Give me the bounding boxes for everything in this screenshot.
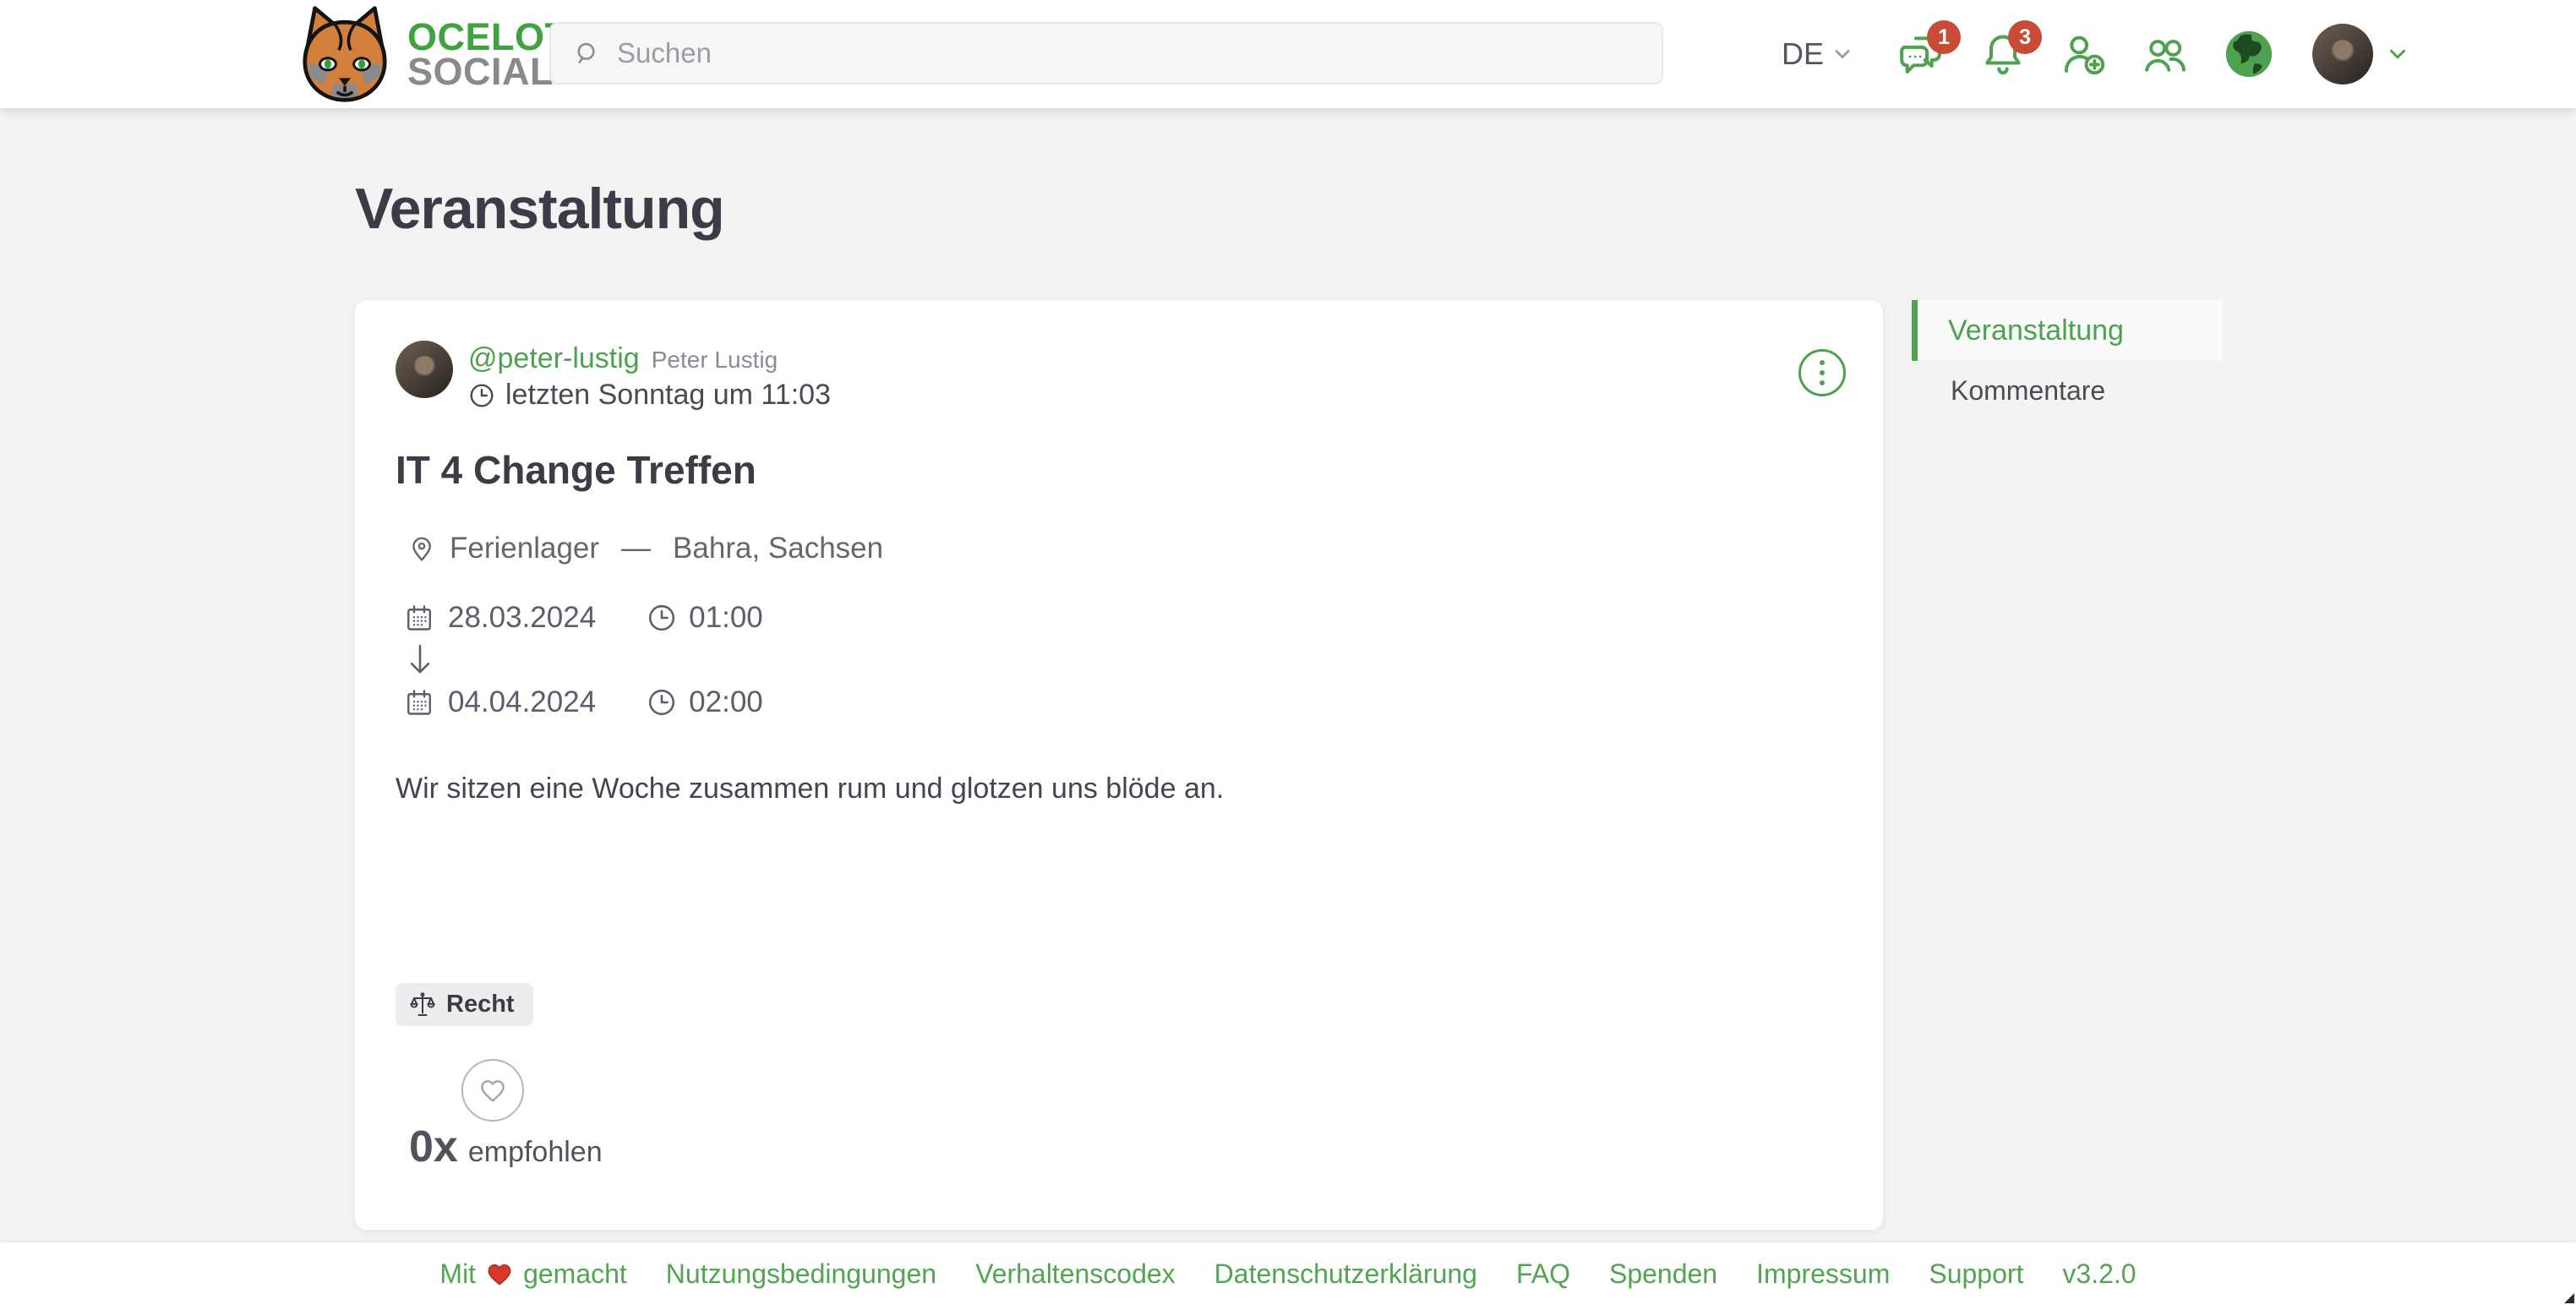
cursor-artifact xyxy=(2561,1290,2574,1303)
footer-link-verhaltenscodex[interactable]: Verhaltenscodex xyxy=(975,1259,1176,1290)
footer-link-nutzungsbedingungen[interactable]: Nutzungsbedingungen xyxy=(666,1259,936,1290)
recommend-count: 0x xyxy=(409,1122,458,1172)
ellipsis-dot xyxy=(1820,380,1825,385)
page-section-nav: Veranstaltung Kommentare xyxy=(1912,300,2223,420)
users-icon xyxy=(2142,30,2189,78)
made-with-love-link[interactable]: Mit gemacht xyxy=(439,1259,626,1290)
nav-item-veranstaltung[interactable]: Veranstaltung xyxy=(1912,300,2223,361)
user-plus-icon xyxy=(2060,30,2108,78)
footer-link-support[interactable]: Support xyxy=(1929,1259,2023,1290)
chevron-down-icon xyxy=(1831,42,1854,66)
category-tag-recht[interactable]: Recht xyxy=(396,983,533,1026)
author-name: Peter Lustig xyxy=(652,347,778,374)
top-bar: OCELOT SOCIAL DE 1 xyxy=(0,0,2576,108)
category-tag-label: Recht xyxy=(446,991,515,1018)
messages-badge: 1 xyxy=(1927,20,1961,54)
user-avatar[interactable] xyxy=(2312,24,2373,85)
avatar-menu-chevron-icon[interactable] xyxy=(2385,41,2410,67)
language-selector[interactable]: DE xyxy=(1782,36,1854,72)
footer-link-datenschutzerklaerung[interactable]: Datenschutzerklärung xyxy=(1214,1259,1477,1290)
search-bar[interactable] xyxy=(549,22,1663,85)
globe-icon xyxy=(2223,28,2275,80)
messages-button[interactable]: 1 xyxy=(1898,30,1946,78)
made-with-post: gemacht xyxy=(523,1259,627,1290)
start-time-group: 01:00 xyxy=(647,601,763,635)
post-menu-button[interactable] xyxy=(1798,349,1846,396)
calendar-icon xyxy=(404,603,434,633)
end-time: 02:00 xyxy=(689,685,763,719)
start-time: 01:00 xyxy=(689,601,763,635)
notifications-button[interactable]: 3 xyxy=(1979,30,2027,78)
map-pin-icon xyxy=(407,534,436,563)
location-separator: — xyxy=(621,532,651,565)
recommend-counter: 0x empfohlen xyxy=(409,1122,603,1172)
notifications-badge: 3 xyxy=(2008,20,2042,54)
top-nav: DE 1 3 xyxy=(1782,0,2410,108)
ellipsis-dot xyxy=(1820,360,1825,365)
end-date: 04.04.2024 xyxy=(448,685,596,719)
location-venue: Ferienlager xyxy=(450,532,599,565)
clock-icon xyxy=(468,382,495,409)
start-date: 28.03.2024 xyxy=(448,601,596,635)
event-card: @peter-lustig Peter Lustig letzten Sonnt… xyxy=(355,300,1883,1230)
event-title: IT 4 Change Treffen xyxy=(396,447,1842,493)
posted-at: letzten Sonntag um 11:03 xyxy=(505,379,831,412)
search-icon xyxy=(573,39,602,68)
footer-link-spenden[interactable]: Spenden xyxy=(1609,1259,1717,1290)
brand-logo[interactable]: OCELOT SOCIAL xyxy=(292,4,569,104)
event-end-row: 04.04.2024 02:00 xyxy=(404,685,1842,719)
event-dates: 28.03.2024 01:00 04.04.2024 xyxy=(404,601,1842,719)
footer-link-impressum[interactable]: Impressum xyxy=(1756,1259,1890,1290)
location-region: Bahra, Sachsen xyxy=(673,532,883,565)
nav-item-kommentare[interactable]: Kommentare xyxy=(1912,361,2223,420)
event-description: Wir sitzen eine Woche zusammen rum und g… xyxy=(396,768,1842,810)
post-header-info: @peter-lustig Peter Lustig letzten Sonnt… xyxy=(468,341,831,412)
map-button[interactable] xyxy=(2223,28,2275,80)
brand-line-1: OCELOT xyxy=(407,19,569,54)
clock-icon xyxy=(647,603,677,633)
ellipsis-dot xyxy=(1820,370,1825,375)
groups-button[interactable] xyxy=(2142,30,2189,78)
invite-user-button[interactable] xyxy=(2060,30,2108,78)
nav-item-label: Kommentare xyxy=(1951,375,2105,407)
calendar-icon xyxy=(404,687,434,718)
author-handle-link[interactable]: @peter-lustig xyxy=(468,342,640,375)
event-location: Ferienlager — Bahra, Sachsen xyxy=(407,532,1842,565)
nav-item-label: Veranstaltung xyxy=(1948,314,2124,347)
end-time-group: 02:00 xyxy=(647,685,763,719)
author-avatar[interactable] xyxy=(396,341,453,398)
search-input[interactable] xyxy=(617,37,1640,69)
language-label: DE xyxy=(1782,36,1824,72)
version-label: v3.2.0 xyxy=(2062,1259,2136,1290)
footer: Mit gemacht Nutzungsbedingungen Verhalte… xyxy=(0,1242,2576,1305)
post-header: @peter-lustig Peter Lustig letzten Sonnt… xyxy=(396,341,1842,412)
arrow-down-icon xyxy=(406,643,434,677)
brand-wordmark: OCELOT SOCIAL xyxy=(407,19,569,90)
post-meta: letzten Sonntag um 11:03 xyxy=(468,379,831,412)
recommend-button[interactable] xyxy=(461,1059,524,1122)
made-with-pre: Mit xyxy=(439,1259,476,1290)
clock-icon xyxy=(647,687,677,718)
byline: @peter-lustig Peter Lustig xyxy=(468,342,831,375)
recommend-label: empfohlen xyxy=(468,1136,603,1169)
ocelot-cat-icon xyxy=(292,4,397,104)
event-start-row: 28.03.2024 01:00 xyxy=(404,601,1842,635)
page-title: Veranstaltung xyxy=(355,176,724,242)
scales-icon xyxy=(409,991,436,1018)
heart-outline-icon xyxy=(478,1075,508,1106)
brand-line-2: SOCIAL xyxy=(407,54,569,89)
footer-link-faq[interactable]: FAQ xyxy=(1516,1259,1570,1290)
heart-icon xyxy=(484,1259,515,1288)
